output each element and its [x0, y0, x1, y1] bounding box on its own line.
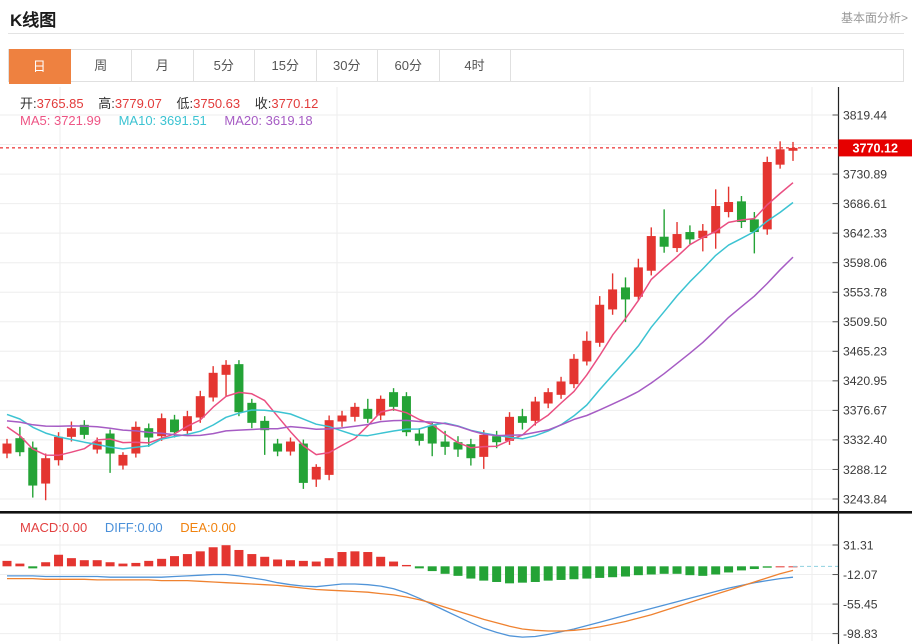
svg-text:3376.67: 3376.67 [843, 404, 887, 418]
tab-60min[interactable]: 60分 [378, 50, 440, 81]
svg-text:3642.33: 3642.33 [843, 226, 887, 240]
diff-line [7, 575, 793, 638]
macd-gridlines [0, 545, 839, 634]
high-value: 3779.07 [115, 96, 162, 111]
svg-text:-12.07: -12.07 [843, 568, 878, 582]
tab-day[interactable]: 日 [9, 49, 71, 84]
svg-text:3770.12: 3770.12 [852, 142, 898, 156]
macd-value: MACD:0.00 [20, 520, 87, 535]
period-tabbar: 日周月5分15分30分60分4时 [8, 49, 904, 82]
ma20-line [7, 257, 793, 436]
high-label: 高: [98, 96, 115, 111]
macd-info-row: MACD:0.00 DIFF:0.00 DEA:0.00 [20, 520, 236, 535]
svg-text:3819.44: 3819.44 [843, 108, 887, 122]
ohlc-info-row: 开:3765.85 高:3779.07 低:3750.63 收:3770.12 [20, 93, 329, 112]
ma20-value: MA20: 3619.18 [224, 113, 312, 128]
svg-text:3332.40: 3332.40 [843, 433, 887, 447]
tab-month[interactable]: 月 [132, 50, 194, 81]
dea-line [7, 570, 793, 631]
tab-5min[interactable]: 5分 [194, 50, 256, 81]
svg-text:3598.06: 3598.06 [843, 256, 887, 270]
tab-30min[interactable]: 30分 [317, 50, 379, 81]
close-value: 3770.12 [271, 96, 318, 111]
last-price-badge: 3770.12 [839, 139, 912, 156]
ma5-line [7, 183, 793, 456]
svg-text:3288.12: 3288.12 [843, 463, 887, 477]
svg-text:3553.78: 3553.78 [843, 286, 887, 300]
price-axis-labels: 3819.44 3730.89 3686.61 3642.33 3598.06 3553.… [833, 108, 888, 506]
panel-separator [0, 511, 912, 514]
svg-text:3420.95: 3420.95 [843, 374, 887, 388]
tab-week[interactable]: 周 [71, 50, 133, 81]
svg-text:3730.89: 3730.89 [843, 167, 887, 181]
svg-text:3465.23: 3465.23 [843, 345, 887, 359]
svg-text:31.31: 31.31 [843, 538, 874, 552]
low-label: 低: [177, 96, 194, 111]
open-value: 3765.85 [37, 96, 84, 111]
candles-layer [3, 141, 798, 500]
svg-text:3686.61: 3686.61 [843, 197, 887, 211]
svg-text:3509.50: 3509.50 [843, 315, 887, 329]
open-label: 开: [20, 96, 37, 111]
ma5-value: MA5: 3721.99 [20, 113, 101, 128]
dea-value: DEA:0.00 [180, 520, 236, 535]
tab-4hour[interactable]: 4时 [440, 50, 511, 81]
svg-text:-55.45: -55.45 [843, 597, 878, 611]
macd-axis-labels: 31.31 -12.07 -55.45 -98.83 [833, 538, 878, 641]
svg-text:-98.83: -98.83 [843, 627, 878, 641]
low-value: 3750.63 [193, 96, 240, 111]
diff-value: DIFF:0.00 [105, 520, 163, 535]
close-label: 收: [255, 96, 272, 111]
ma10-value: MA10: 3691.51 [119, 113, 207, 128]
svg-text:3243.84: 3243.84 [843, 492, 887, 506]
ma-info-row: MA5: 3721.99 MA10: 3691.51 MA20: 3619.18 [20, 113, 313, 128]
tab-15min[interactable]: 15分 [255, 50, 317, 81]
